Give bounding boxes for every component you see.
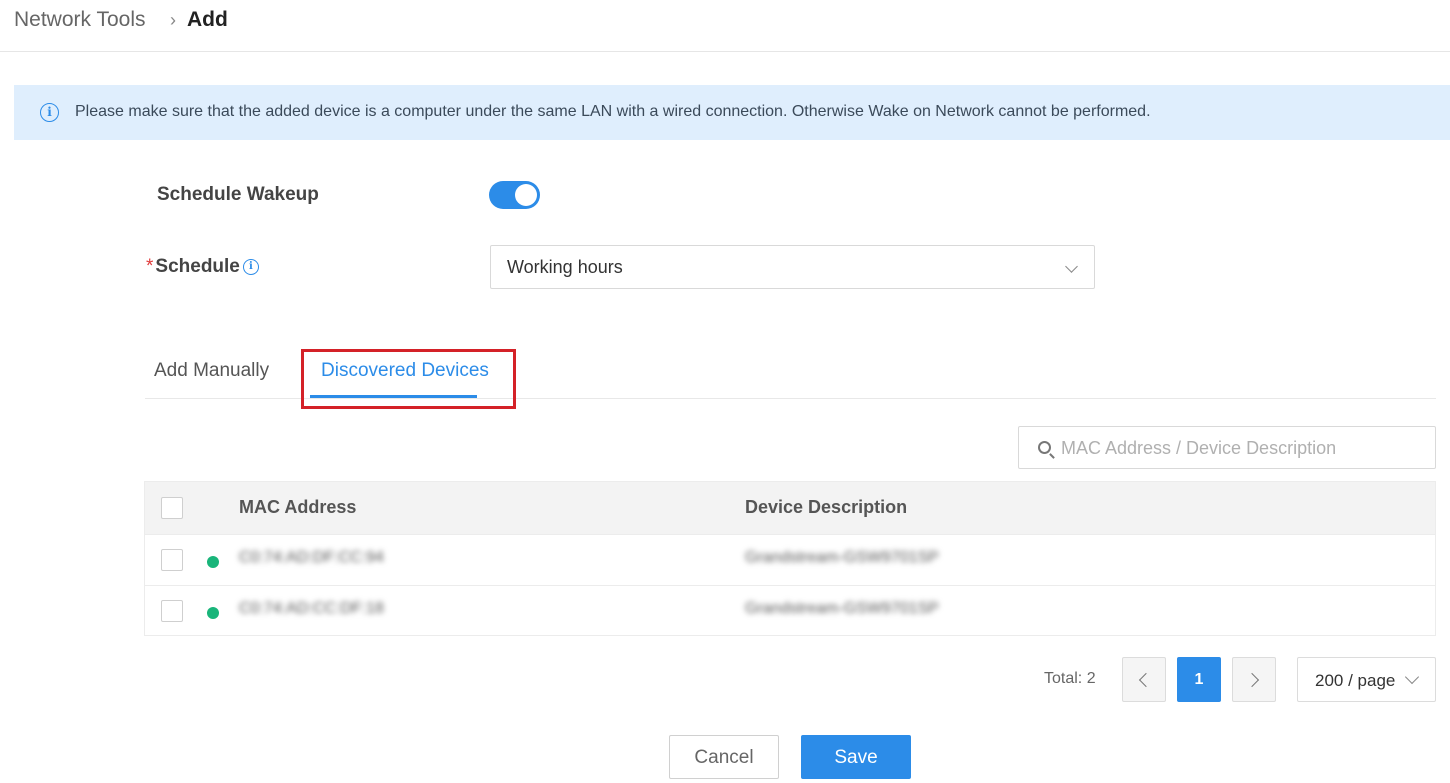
previous-page-button[interactable] [1122, 657, 1166, 702]
chevron-right-icon [1244, 672, 1260, 688]
toggle-knob [515, 184, 537, 206]
mac-address-cell: C0:74:AD:CC:DF:18 [239, 600, 384, 617]
device-description-cell: Grandstream-GSW9701SP [745, 549, 939, 566]
next-page-button[interactable] [1232, 657, 1276, 702]
chevron-down-icon [1404, 669, 1420, 685]
schedule-label-text: Schedule [155, 256, 240, 277]
devices-table: MAC Address Device Description C0:74:AD:… [144, 481, 1436, 636]
schedule-select[interactable]: Working hours [490, 245, 1095, 289]
page-header: Network Tools › Add [0, 0, 1450, 52]
page-number-button[interactable]: 1 [1177, 657, 1221, 702]
schedule-select-value: Working hours [507, 257, 623, 277]
save-button[interactable]: Save [801, 735, 911, 779]
required-mark: * [146, 256, 154, 277]
breadcrumb-parent[interactable]: Network Tools [14, 8, 146, 32]
cancel-button[interactable]: Cancel [669, 735, 779, 779]
column-header-description[interactable]: Device Description [745, 497, 907, 518]
table-row[interactable]: C0:74:AD:DF:CC:94 Grandstream-GSW9701SP [145, 534, 1435, 585]
mac-address-cell: C0:74:AD:DF:CC:94 [239, 549, 384, 566]
page-size-select[interactable]: 200 / page [1297, 657, 1436, 702]
breadcrumb-separator-icon: › [170, 10, 176, 30]
column-header-mac[interactable]: MAC Address [239, 497, 356, 518]
device-description-cell: Grandstream-GSW9701SP [745, 600, 939, 617]
page-size-value: 200 / page [1315, 671, 1396, 690]
schedule-wakeup-toggle[interactable] [489, 181, 540, 209]
select-all-checkbox[interactable] [161, 497, 183, 519]
chevron-left-icon [1138, 672, 1154, 688]
annotation-highlight-box [301, 349, 516, 409]
row-checkbox[interactable] [161, 549, 183, 571]
search-input[interactable] [1061, 435, 1421, 461]
chevron-down-icon [1065, 260, 1078, 273]
search-icon [1038, 441, 1051, 454]
breadcrumb-current: Add [187, 8, 228, 31]
table-row[interactable]: C0:74:AD:CC:DF:18 Grandstream-GSW9701SP [145, 585, 1435, 636]
row-checkbox[interactable] [161, 600, 183, 622]
pagination-total: Total: 2 [1044, 670, 1096, 687]
online-status-icon [207, 607, 219, 619]
schedule-label: * Schedule i [146, 256, 259, 278]
online-status-icon [207, 556, 219, 568]
info-icon[interactable]: i [242, 258, 259, 275]
device-search [1018, 426, 1436, 469]
info-notice: i Please make sure that the added device… [14, 85, 1450, 140]
tab-add-manually[interactable]: Add Manually [154, 360, 269, 382]
info-icon: i [40, 103, 59, 122]
notice-text: Please make sure that the added device i… [75, 103, 1151, 120]
table-header: MAC Address Device Description [145, 482, 1435, 534]
schedule-wakeup-label: Schedule Wakeup [157, 184, 319, 205]
